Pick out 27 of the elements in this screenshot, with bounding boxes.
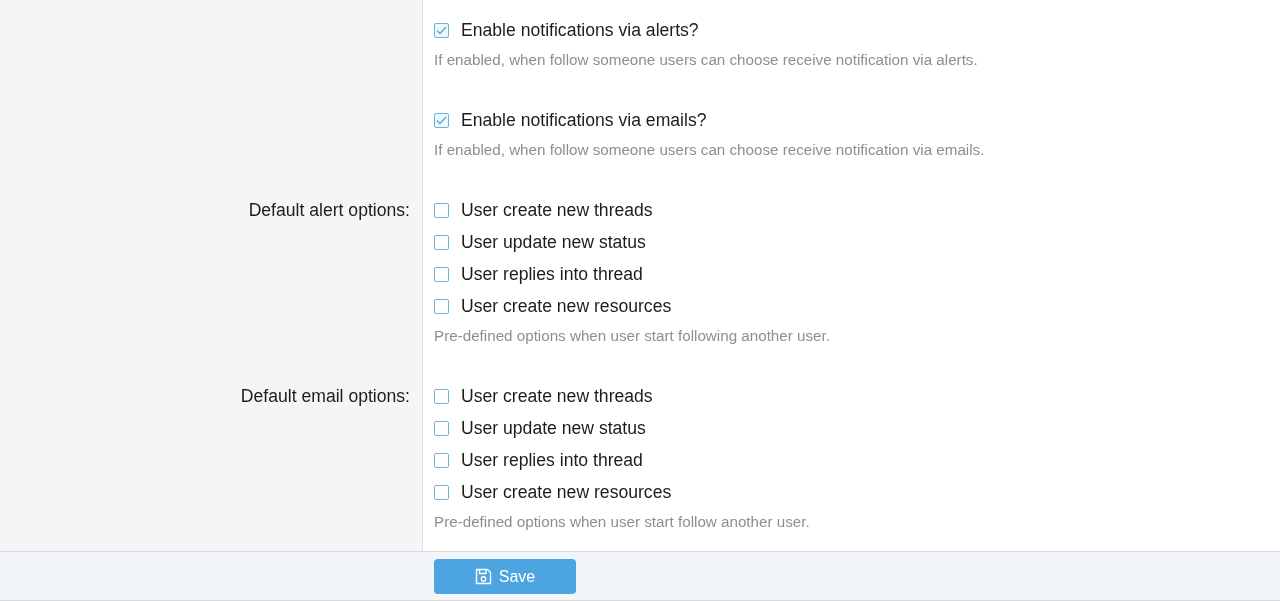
field-label: Default email options: bbox=[240, 385, 410, 407]
checkbox[interactable] bbox=[434, 452, 449, 468]
checkbox-label[interactable]: User create new resources bbox=[461, 481, 672, 503]
save-icon bbox=[474, 568, 492, 585]
checkbox[interactable] bbox=[434, 112, 449, 128]
hint-text: If enabled, when follow someone users can choose receive notification via alerts. bbox=[434, 51, 978, 69]
checkbox-label[interactable]: User create new threads bbox=[461, 199, 653, 221]
checkbox-label[interactable]: User update new status bbox=[461, 231, 646, 253]
checkbox[interactable] bbox=[434, 388, 449, 404]
checkbox-label[interactable]: Enable notifications via emails? bbox=[461, 109, 707, 131]
checkbox-label[interactable]: Enable notifications via alerts? bbox=[461, 19, 699, 41]
checkbox-label[interactable]: User create new resources bbox=[461, 295, 672, 317]
field-label: Default alert options: bbox=[248, 199, 410, 221]
hint-text: Pre-defined options when user start following another user. bbox=[434, 327, 830, 345]
hint-text: If enabled, when follow someone users can choose receive notification via emails. bbox=[434, 141, 985, 159]
hint-text: Pre-defined options when user start follow another user. bbox=[434, 513, 810, 531]
checkbox[interactable] bbox=[434, 298, 449, 314]
checkbox[interactable] bbox=[434, 202, 449, 218]
checkbox-label[interactable]: User create new threads bbox=[461, 385, 653, 407]
checkbox[interactable] bbox=[434, 484, 449, 500]
checkbox[interactable] bbox=[434, 234, 449, 250]
checkbox[interactable] bbox=[434, 22, 449, 38]
checkbox[interactable] bbox=[434, 266, 449, 282]
checkbox-label[interactable]: User replies into thread bbox=[461, 263, 643, 285]
checkbox[interactable] bbox=[434, 420, 449, 436]
checkbox-label[interactable]: User update new status bbox=[461, 417, 646, 439]
checkbox-label[interactable]: User replies into thread bbox=[461, 449, 643, 471]
